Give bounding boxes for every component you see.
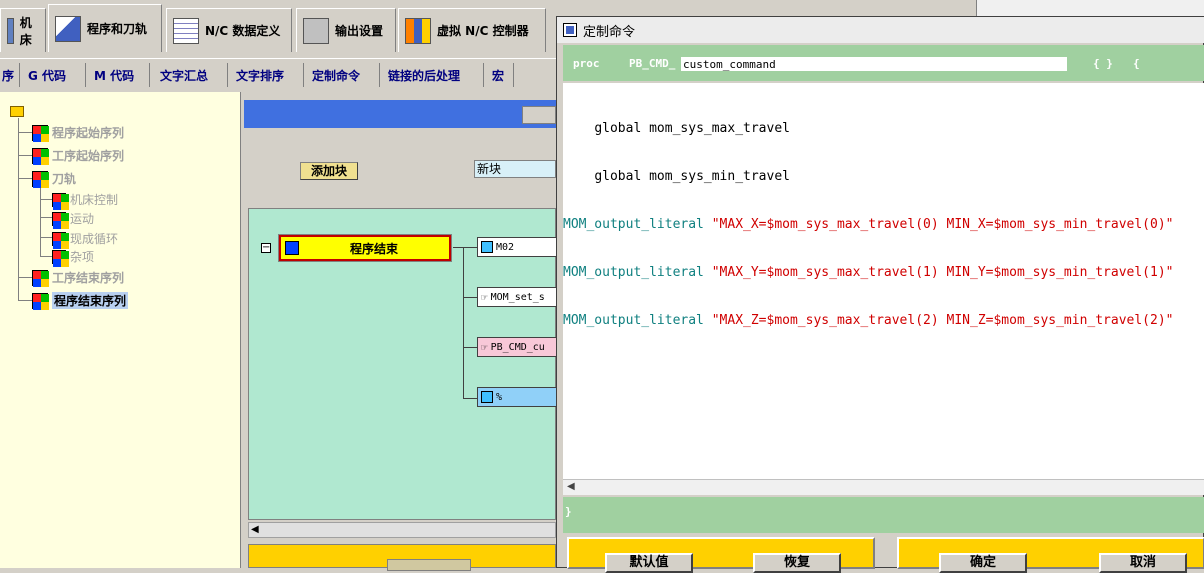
subtab-sequence[interactable]: 序 xyxy=(0,63,20,87)
new-block-select[interactable]: 新块 xyxy=(474,160,556,178)
tree-item-canned-cycle[interactable]: 现成循环 xyxy=(52,230,118,249)
window-icon xyxy=(563,23,577,37)
code-editor[interactable]: global mom_sys_max_travel global mom_sys… xyxy=(563,83,1204,479)
tree-item-operation-start[interactable]: 工序起始序列 xyxy=(32,147,124,165)
scroll-left-icon[interactable]: ◀ xyxy=(567,481,575,492)
printer-icon xyxy=(303,17,329,44)
hand-icon: ☞ xyxy=(481,340,488,354)
tree-item-misc[interactable]: 杂项 xyxy=(52,248,94,267)
right-button-group: 确定 取消 xyxy=(897,537,1204,573)
code-line: MOM_output_literal "MAX_Y=$mom_sys_max_t… xyxy=(563,265,1174,280)
block-cube-icon xyxy=(52,192,69,210)
program-icon xyxy=(55,15,81,42)
block-node-m02[interactable]: M02 xyxy=(477,237,557,257)
block-cube-icon xyxy=(32,269,49,287)
controller-icon xyxy=(405,17,431,44)
main-tab-bar: 机床 程序和刀轨 N/C 数据定义 输出设置 虚拟 N/C 控制器 xyxy=(0,0,560,58)
left-button-group: 默认值 恢复 xyxy=(567,537,875,573)
block-cube-icon xyxy=(52,211,69,229)
block-cube-icon xyxy=(32,124,49,142)
strip-button[interactable] xyxy=(387,559,471,571)
sub-tab-bar: 序 G 代码 M 代码 文字汇总 文字排序 定制命令 链接的后处理 宏 xyxy=(0,58,560,88)
header-checkbox[interactable] xyxy=(522,106,556,124)
tab-program-toolpath[interactable]: 程序和刀轨 xyxy=(48,4,162,52)
cancel-button[interactable]: 取消 xyxy=(1099,553,1187,573)
tab-nc-data[interactable]: N/C 数据定义 xyxy=(166,8,292,52)
custom-command-dialog: 定制命令 proc PB_CMD_ { } { global mom_sys_m… xyxy=(556,16,1204,573)
tab-machine[interactable]: 机床 xyxy=(0,8,46,52)
subtab-m-code[interactable]: M 代码 xyxy=(88,63,150,87)
proc-footer-bar: } xyxy=(563,497,1204,533)
tab-output-settings[interactable]: 输出设置 xyxy=(296,8,396,52)
open-brace: { xyxy=(1133,57,1140,70)
sequence-icon xyxy=(285,241,299,255)
subtab-word-summary[interactable]: 文字汇总 xyxy=(154,63,228,87)
sequence-editor: 添加块 新块 − 程序结束 M02 ☞ MOM_set_s ☞ PB_CMD_c… xyxy=(244,100,557,571)
block-cube-icon xyxy=(32,292,49,310)
sequence-canvas: − 程序结束 M02 ☞ MOM_set_s ☞ PB_CMD_cu % xyxy=(248,208,557,520)
add-block-button[interactable]: 添加块 xyxy=(300,162,358,180)
ok-button[interactable]: 确定 xyxy=(939,553,1027,573)
block-icon xyxy=(481,241,493,253)
command-name-input[interactable] xyxy=(681,57,1067,71)
block-cube-icon xyxy=(32,147,49,165)
dialog-title-bar: 定制命令 xyxy=(557,17,1204,43)
block-cube-icon xyxy=(32,170,49,188)
tab-virtual-nc[interactable]: 虚拟 N/C 控制器 xyxy=(398,8,546,52)
tree-item-machine-control[interactable]: 机床控制 xyxy=(52,191,118,210)
subtab-word-order[interactable]: 文字排序 xyxy=(230,63,304,87)
tree-item-operation-end[interactable]: 工序结束序列 xyxy=(32,269,124,287)
tree-item-toolpath[interactable]: 刀轨 xyxy=(32,170,76,188)
tree-item-program-end[interactable]: 程序结束序列 xyxy=(32,292,129,310)
canvas-scrollbar[interactable]: ◀ xyxy=(248,522,556,538)
block-node-pb-cmd[interactable]: ☞ PB_CMD_cu xyxy=(477,337,557,357)
editor-header xyxy=(244,100,556,128)
proc-header-bar: proc PB_CMD_ { } { xyxy=(563,45,1204,81)
subtab-linked-post[interactable]: 链接的后处理 xyxy=(382,63,484,87)
block-node-mom-set[interactable]: ☞ MOM_set_s xyxy=(477,287,557,307)
code-line: MOM_output_literal "MAX_Z=$mom_sys_max_t… xyxy=(563,313,1174,328)
default-button[interactable]: 默认值 xyxy=(605,553,693,573)
block-cube-icon xyxy=(52,249,69,267)
block-icon xyxy=(481,391,493,403)
sequence-tree: 程序起始序列 工序起始序列 刀轨 机床控制 运动 现成循环 杂项 工序结束序列 … xyxy=(0,92,241,568)
editor-button-strip xyxy=(248,544,556,571)
close-brace: } xyxy=(565,505,572,518)
code-line: global mom_sys_max_travel xyxy=(594,121,790,136)
subtab-macro[interactable]: 宏 xyxy=(486,63,514,87)
data-table-icon xyxy=(173,17,199,44)
subtab-g-code[interactable]: G 代码 xyxy=(22,63,86,87)
cmd-prefix: PB_CMD_ xyxy=(629,57,676,70)
scroll-left-icon[interactable]: ◀ xyxy=(251,524,259,535)
subtab-custom-command[interactable]: 定制命令 xyxy=(306,63,380,87)
block-cube-icon xyxy=(52,231,69,249)
collapse-icon[interactable]: − xyxy=(261,243,271,253)
background-window xyxy=(976,0,1204,16)
args-braces: { } xyxy=(1093,57,1113,70)
machine-icon xyxy=(7,17,14,44)
code-line: MOM_output_literal "MAX_X=$mom_sys_max_t… xyxy=(563,217,1174,232)
code-line: global mom_sys_min_travel xyxy=(594,169,790,184)
proc-keyword: proc xyxy=(573,57,600,70)
folder-icon xyxy=(10,106,24,117)
sequence-node-program-end[interactable]: 程序结束 xyxy=(278,234,452,262)
block-node-percent[interactable]: % xyxy=(477,387,557,407)
tree-item-program-start[interactable]: 程序起始序列 xyxy=(32,124,124,142)
hand-icon: ☞ xyxy=(481,290,488,304)
restore-button[interactable]: 恢复 xyxy=(753,553,841,573)
code-scrollbar[interactable]: ◀ xyxy=(563,479,1204,495)
tree-item-motion[interactable]: 运动 xyxy=(52,210,94,229)
